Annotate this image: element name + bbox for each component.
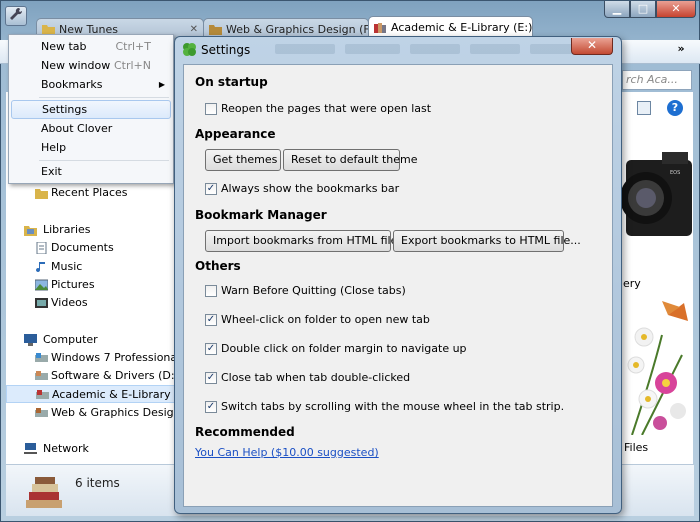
section-on-startup: On startup	[195, 75, 268, 89]
checkbox-box[interactable]: ✓	[205, 343, 217, 355]
shortcut-label: Ctrl+T	[115, 40, 151, 53]
submenu-arrow-icon: ▶	[158, 80, 165, 89]
item-label: ery	[623, 277, 641, 290]
dialog-title: Settings	[201, 43, 251, 57]
dialog-close-button[interactable]: ✕	[571, 38, 613, 55]
section-appearance: Appearance	[195, 127, 276, 141]
menu-exit[interactable]: Exit	[11, 163, 171, 182]
export-bookmarks-button[interactable]: Export bookmarks to HTML file...	[393, 230, 581, 252]
nav-drive-c[interactable]: Windows 7 Professional (	[6, 349, 176, 367]
section-recommended: Recommended	[195, 425, 295, 439]
books-icon	[26, 477, 62, 508]
nav-recent-places[interactable]: Recent Places	[6, 184, 176, 202]
checkbox-box[interactable]: ✓	[205, 372, 217, 384]
bookmarks-bar-ghost	[275, 44, 585, 54]
checkbox-box[interactable]: ✓	[205, 183, 217, 195]
menu-separator	[39, 160, 169, 161]
videos-icon	[35, 298, 48, 308]
menu-settings[interactable]: Settings	[11, 100, 171, 119]
folder-icon	[209, 25, 222, 35]
checkbox-box[interactable]	[205, 103, 217, 115]
reset-theme-button[interactable]: Reset to default theme	[283, 149, 418, 171]
nav-drive-d[interactable]: Software & Drivers (D:)	[6, 367, 176, 385]
checkbox-box[interactable]	[205, 285, 217, 297]
help-icon[interactable]: ?	[667, 100, 683, 116]
close-button[interactable]: ✕	[656, 1, 696, 18]
app-menu: New tab Ctrl+T New window Ctrl+N Bookmar…	[8, 34, 174, 184]
item-label: Files	[624, 441, 649, 454]
nav-drive-f[interactable]: Web & Graphics Design (F	[6, 404, 176, 422]
preview-pane-icon[interactable]	[637, 101, 651, 115]
tab-label: Web & Graphics Design (F:	[226, 23, 369, 36]
menu-new-window[interactable]: New window Ctrl+N	[11, 57, 171, 76]
pictures-icon	[35, 279, 48, 291]
computer-icon	[24, 334, 37, 346]
network-icon	[24, 443, 37, 454]
search-input[interactable]: rch Aca...	[622, 70, 692, 90]
libraries-icon	[24, 226, 37, 236]
music-icon	[36, 262, 45, 273]
camera-image: EOS	[622, 148, 692, 243]
menu-about[interactable]: About Clover	[11, 120, 171, 139]
checkbox-box[interactable]: ✓	[205, 401, 217, 413]
drive-icon	[36, 390, 49, 399]
import-bookmarks-button[interactable]: Import bookmarks from HTML file...	[205, 230, 408, 252]
drive-icon	[35, 353, 48, 362]
drive-icon	[35, 408, 48, 417]
documents-icon	[36, 242, 47, 254]
nav-pictures[interactable]: Pictures	[6, 276, 176, 294]
nav-videos[interactable]: Videos	[6, 294, 176, 312]
nav-documents[interactable]: Documents	[6, 239, 176, 257]
menu-new-tab[interactable]: New tab Ctrl+T	[11, 38, 171, 57]
menu-separator	[39, 97, 169, 98]
chevron-right-icon[interactable]: »	[670, 40, 692, 60]
menu-help[interactable]: Help	[11, 139, 171, 158]
nav-libraries[interactable]: Libraries	[6, 221, 176, 239]
flowers-image	[622, 295, 692, 435]
shortcut-label: Ctrl+N	[113, 59, 151, 72]
you-can-help-link[interactable]: You Can Help ($10.00 suggested)	[195, 446, 379, 459]
settings-dialog: Settings ✕ On startup Reopen the pages t…	[174, 36, 622, 514]
get-themes-button[interactable]: Get themes	[205, 149, 281, 171]
clover-icon	[183, 43, 196, 56]
checkbox-box[interactable]: ✓	[205, 314, 217, 326]
section-others: Others	[195, 259, 241, 273]
section-bookmark-manager: Bookmark Manager	[195, 208, 327, 222]
minimize-button[interactable]: ▁	[604, 1, 630, 18]
tab-label: Academic & E-Library (E:)	[391, 21, 533, 34]
drive-icon	[35, 371, 48, 380]
status-item-count: 6 items	[75, 476, 120, 490]
svg-text:EOS: EOS	[670, 170, 680, 176]
window-controls: ▁ □ ✕	[604, 1, 696, 19]
settings-panel: On startup Reopen the pages that were op…	[183, 64, 613, 507]
recent-places-icon	[35, 189, 48, 199]
nav-network[interactable]: Network	[6, 440, 176, 458]
maximize-button[interactable]: □	[630, 1, 656, 18]
books-icon	[374, 23, 386, 33]
menu-bookmarks[interactable]: Bookmarks ▶	[11, 76, 171, 95]
nav-computer[interactable]: Computer	[6, 331, 176, 349]
nav-music[interactable]: Music	[6, 258, 176, 276]
nav-drive-e[interactable]: Academic & E-Library (E:	[6, 385, 176, 403]
